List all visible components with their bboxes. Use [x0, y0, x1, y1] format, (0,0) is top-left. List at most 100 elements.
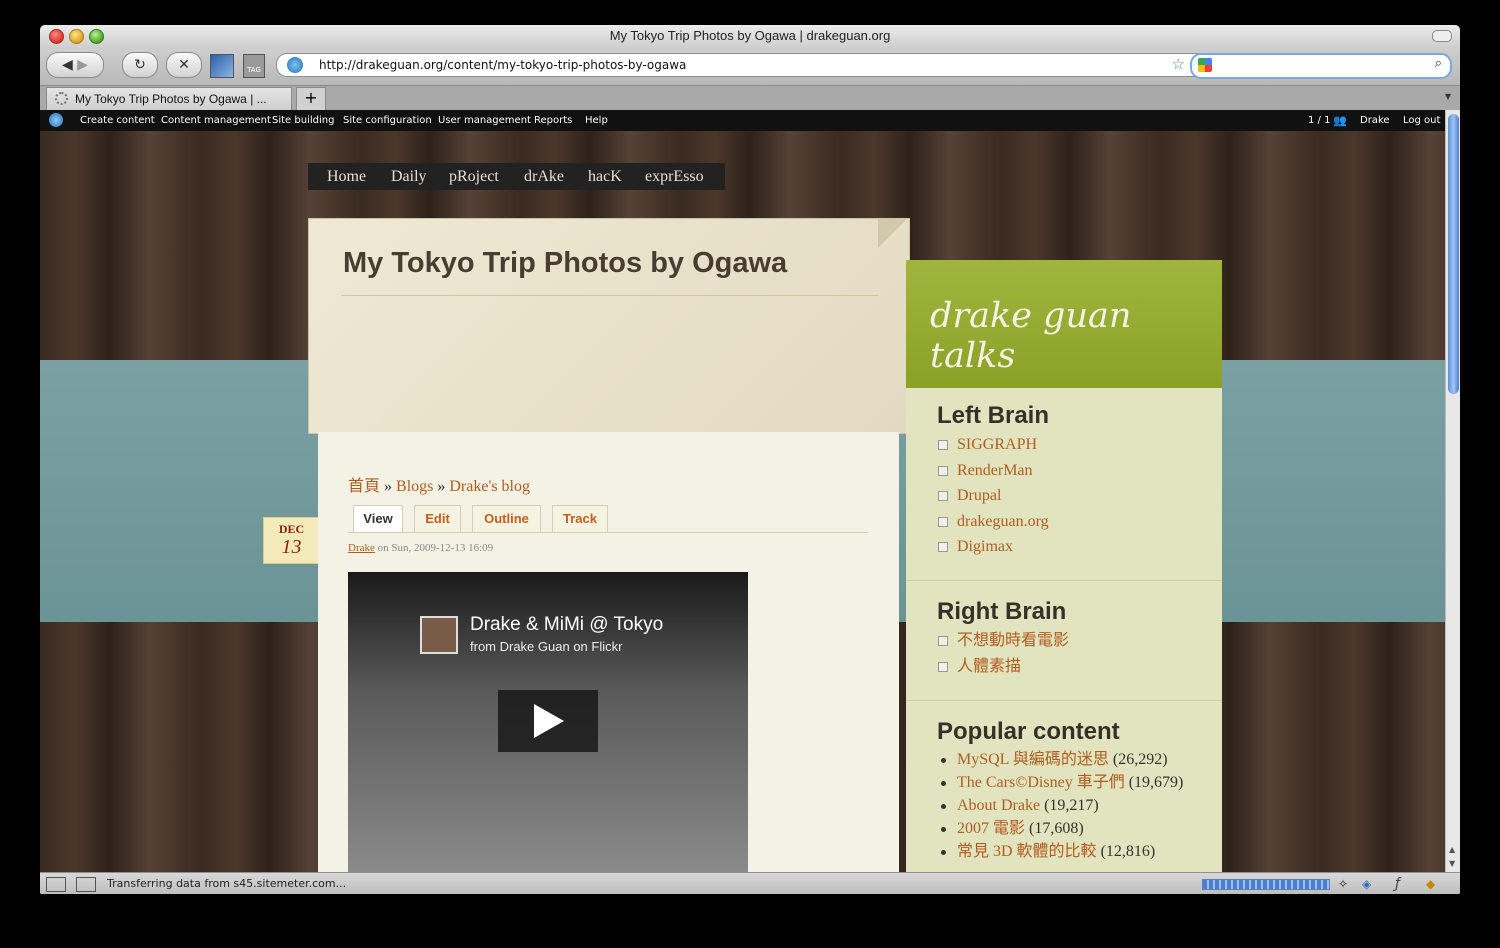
- star-bookmark-icon[interactable]: ☆: [1172, 55, 1185, 73]
- admin-reports[interactable]: Reports: [534, 110, 572, 131]
- tab-title: My Tokyo Trip Photos by Ogawa | ...: [75, 92, 267, 106]
- list-item[interactable]: drakeguan.org: [937, 509, 1049, 535]
- breadcrumb-home[interactable]: 首頁: [348, 478, 380, 495]
- list-item[interactable]: 人體素描: [937, 654, 1069, 680]
- search-box[interactable]: ⌕: [1190, 53, 1452, 79]
- list-item[interactable]: 常見 3D 軟體的比較 (12,816): [937, 840, 1183, 863]
- back-forward-buttons[interactable]: ◀ ▶: [46, 52, 104, 78]
- scroll-up-icon[interactable]: ▲: [1449, 845, 1455, 854]
- status-bar: Transferring data from s45.sitemeter.com…: [40, 872, 1460, 894]
- title-paper-panel: My Tokyo Trip Photos by Ogawa: [308, 218, 910, 434]
- admin-user-link[interactable]: Drake: [1360, 110, 1390, 131]
- status-text: Transferring data from s45.sitemeter.com…: [107, 877, 347, 890]
- tab-track[interactable]: Track: [552, 505, 608, 533]
- search-icon[interactable]: ⌕: [1435, 56, 1442, 71]
- url-text[interactable]: http://drakeguan.org/content/my-tokyo-tr…: [319, 54, 686, 76]
- tab-outline[interactable]: Outline: [472, 505, 541, 533]
- window-title: My Tokyo Trip Photos by Ogawa | drakegua…: [609, 28, 891, 43]
- display-toggle-icon[interactable]: [76, 877, 96, 892]
- nav-drake[interactable]: drAke: [524, 163, 564, 190]
- tag-icon[interactable]: TAG: [243, 54, 265, 78]
- flickr-video-player[interactable]: Drake & MiMi @ Tokyo from Drake Guan on …: [348, 572, 748, 872]
- site-primary-nav: Home Daily pRoject drAke hacK exprEsso: [308, 163, 725, 190]
- reload-button[interactable]: ↻: [122, 52, 158, 78]
- left-brain-block: Left Brain SIGGRAPH RenderMan Drupal dra…: [937, 402, 1049, 560]
- search-input[interactable]: [1232, 56, 1416, 74]
- popular-link[interactable]: MySQL 與編碼的迷思: [957, 751, 1109, 768]
- sidebar-toggle-icon[interactable]: [46, 877, 66, 892]
- popular-link[interactable]: About Drake: [957, 797, 1040, 814]
- admin-content-management[interactable]: Content management: [161, 110, 271, 131]
- breadcrumb-blogs[interactable]: Blogs: [396, 478, 433, 495]
- list-item[interactable]: Drupal: [937, 483, 1049, 509]
- date-month: DEC: [278, 522, 305, 536]
- admin-menu-bar: Create content Content management Site b…: [40, 110, 1445, 131]
- list-item[interactable]: The Cars©Disney 車子們 (19,679): [937, 771, 1183, 794]
- list-item[interactable]: Digimax: [937, 534, 1049, 560]
- breadcrumb-drakes-blog[interactable]: Drake's blog: [449, 478, 530, 495]
- forward-icon[interactable]: ▶: [77, 57, 88, 73]
- left-brain-title: Left Brain: [937, 402, 1050, 429]
- close-window-button[interactable]: [49, 29, 64, 44]
- zoom-window-button[interactable]: [89, 29, 104, 44]
- list-item[interactable]: 不想動時看電影: [937, 628, 1069, 654]
- right-brain-block: Right Brain 不想動時看電影 人體素描: [937, 598, 1069, 679]
- drupal-logo-icon[interactable]: [49, 113, 63, 127]
- admin-user-management[interactable]: User management: [438, 110, 531, 131]
- right-sidebar: drake guan talks Left Brain SIGGRAPH Ren…: [906, 260, 1222, 872]
- admin-site-configuration[interactable]: Site configuration: [343, 110, 432, 131]
- minimize-window-button[interactable]: [69, 29, 84, 44]
- nav-home[interactable]: Home: [327, 163, 366, 190]
- site-banner: drake guan talks: [906, 260, 1222, 388]
- tab-view[interactable]: View: [353, 505, 403, 533]
- popular-count: (17,608): [1029, 820, 1084, 837]
- nav-daily[interactable]: Daily: [391, 163, 427, 190]
- google-search-engine-icon[interactable]: [1198, 58, 1212, 72]
- back-icon[interactable]: ◀: [62, 57, 73, 73]
- popular-link[interactable]: The Cars©Disney 車子們: [957, 774, 1125, 791]
- list-item[interactable]: SIGGRAPH: [937, 432, 1049, 458]
- block-divider: [906, 580, 1222, 581]
- address-bar[interactable]: http://drakeguan.org/content/my-tokyo-tr…: [276, 53, 1216, 77]
- new-tab-button[interactable]: +: [296, 87, 326, 111]
- admin-help[interactable]: Help: [585, 110, 608, 131]
- scroll-down-icon[interactable]: ▼: [1449, 859, 1455, 868]
- list-item[interactable]: MySQL 與編碼的迷思 (26,292): [937, 748, 1183, 771]
- nav-project[interactable]: pRoject: [449, 163, 499, 190]
- breadcrumb-separator: »: [437, 478, 446, 495]
- loading-spinner-icon: [55, 92, 68, 105]
- toolbar-toggle-button[interactable]: [1432, 30, 1452, 42]
- tab-list-icon[interactable]: ▾: [1440, 89, 1456, 105]
- firebug-icon[interactable]: ƒ: [1395, 873, 1400, 894]
- admin-create-content[interactable]: Create content: [80, 110, 155, 131]
- admin-logout-link[interactable]: Log out: [1403, 110, 1440, 131]
- stop-button[interactable]: ✕: [166, 52, 202, 78]
- list-item[interactable]: RenderMan: [937, 458, 1049, 484]
- extension-status-icon[interactable]: ◆: [1426, 873, 1435, 894]
- extension-location-icon[interactable]: ◈: [1362, 873, 1371, 894]
- vertical-scrollbar[interactable]: ▲ ▼: [1445, 110, 1460, 872]
- popular-link[interactable]: 2007 電影: [957, 820, 1025, 837]
- popular-count: (19,679): [1128, 774, 1184, 791]
- avatar[interactable]: [420, 616, 458, 654]
- list-item[interactable]: 2007 電影 (17,608): [937, 817, 1183, 840]
- author-link[interactable]: Drake: [348, 542, 375, 554]
- tabs-divider: [348, 532, 868, 533]
- extension-bug-icon[interactable]: ✧: [1338, 873, 1348, 894]
- bookmark-icon[interactable]: [210, 54, 234, 78]
- nav-hack[interactable]: hacK: [588, 163, 622, 190]
- nav-expresso[interactable]: exprEsso: [645, 163, 704, 190]
- video-subtitle[interactable]: from Drake Guan on Flickr: [470, 639, 622, 654]
- popular-link[interactable]: 常見 3D 軟體的比較: [957, 843, 1097, 860]
- admin-site-building[interactable]: Site building: [272, 110, 334, 131]
- play-icon[interactable]: [498, 690, 598, 752]
- post-timestamp: on Sun, 2009-12-13 16:09: [374, 542, 494, 554]
- tab-edit[interactable]: Edit: [414, 505, 461, 533]
- paper-fold-corner: [878, 218, 908, 248]
- list-item[interactable]: About Drake (19,217): [937, 794, 1183, 817]
- video-title[interactable]: Drake & MiMi @ Tokyo: [470, 614, 663, 636]
- tab-current-page[interactable]: My Tokyo Trip Photos by Ogawa | ...: [46, 87, 292, 110]
- page-title: My Tokyo Trip Photos by Ogawa: [343, 247, 788, 279]
- scrollbar-thumb[interactable]: [1448, 114, 1459, 394]
- loading-progress-bar: [1202, 879, 1330, 890]
